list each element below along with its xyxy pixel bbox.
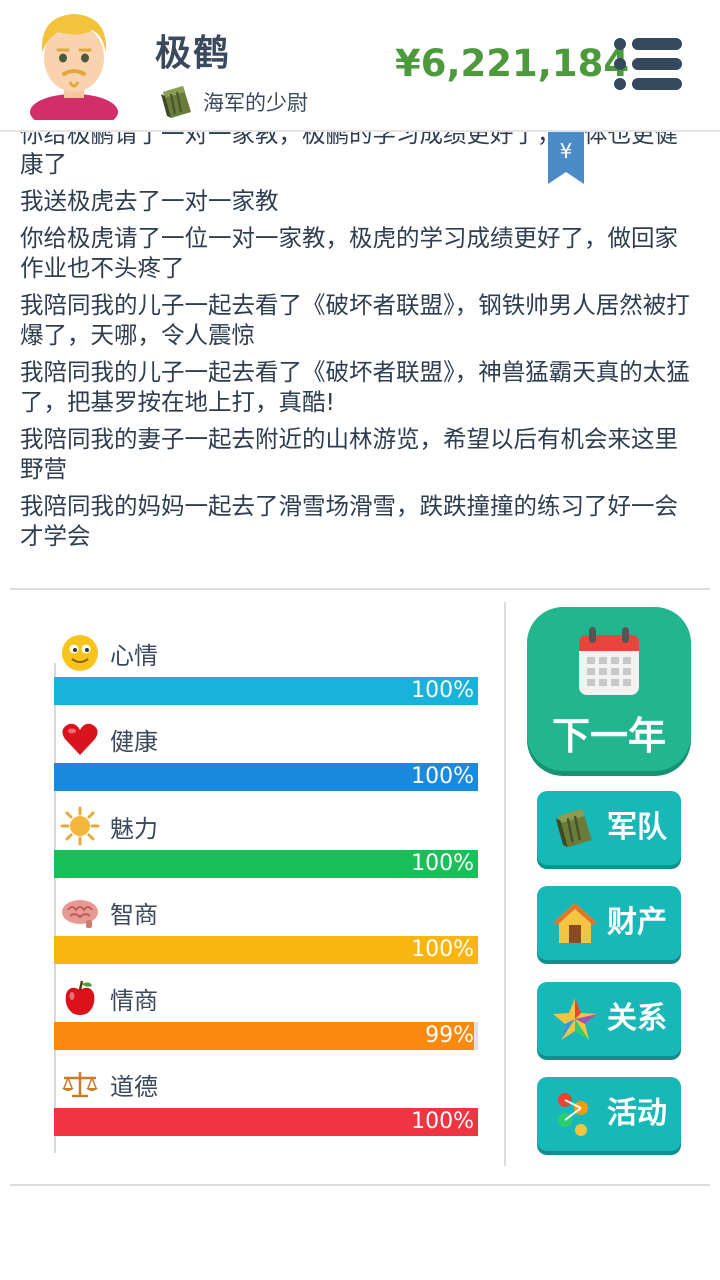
next-year-button[interactable]: 下一年	[527, 607, 691, 771]
log-divider	[10, 588, 710, 590]
log-entry: 你给极虎请了一位一对一家教，极虎的学习成绩更好了，做回家作业也不头疼了	[20, 224, 678, 282]
calendar-icon	[579, 627, 639, 695]
event-log[interactable]: 你给极鹂请了一对一家教，极鹂的学习成绩更好了，身体也更健康了 我送极虎去了一对一…	[0, 110, 720, 580]
header-divider	[0, 130, 720, 132]
bookmark-symbol: ¥	[560, 139, 573, 163]
log-entry: 我送极虎去了一对一家教	[20, 187, 279, 215]
military-rank-icon	[555, 808, 592, 848]
stat-charm: 魅力 100%	[54, 806, 478, 892]
rank-row: 海军的少尉	[157, 82, 308, 122]
stat-value: 100%	[411, 937, 474, 962]
activities-label: 活动	[607, 1096, 667, 1131]
relations-button[interactable]: 关系	[537, 982, 681, 1056]
stat-label: 魅力	[110, 814, 158, 843]
game-screen: 你给极鹂请了一对一家教，极鹂的学习成绩更好了，身体也更健康了 我送极虎去了一对一…	[0, 0, 720, 1280]
sun-icon	[60, 806, 100, 846]
stat-value: 100%	[411, 764, 474, 789]
scales-icon	[62, 1072, 98, 1098]
activity-dots-icon	[558, 1093, 588, 1136]
stat-label: 道德	[110, 1072, 158, 1101]
log-entry: 我陪同我的儿子一起去看了《破坏者联盟》，神兽猛霸天真的太猛了，把基罗按在地上打，…	[20, 358, 690, 416]
panel-divider	[504, 602, 506, 1166]
army-button[interactable]: 军队	[537, 791, 681, 865]
activities-button[interactable]: 活动	[537, 1077, 681, 1151]
profile-header: 极鹤 海军的少尉 ¥6,221,184	[0, 0, 720, 130]
stat-mood: 心情 100%	[54, 633, 478, 719]
stat-value: 100%	[411, 1109, 474, 1134]
army-label: 军队	[607, 810, 667, 845]
stat-label: 健康	[110, 727, 158, 756]
stat-value: 99%	[425, 1023, 474, 1048]
stat-bar-track: 100%	[54, 936, 478, 964]
menu-icon[interactable]	[612, 36, 684, 92]
player-name: 极鹤	[155, 33, 232, 74]
assets-label: 财产	[607, 905, 667, 940]
stat-bar-track: 100%	[54, 850, 478, 878]
log-entry: 我陪同我的妻子一起去附近的山林游览，希望以后有机会来这里野营	[20, 425, 678, 483]
event-log-list: 你给极鹂请了一对一家教，极鹂的学习成绩更好了，身体也更健康了 我送极虎去了一对一…	[20, 119, 690, 558]
military-rank-icon	[161, 86, 191, 118]
stat-bar-track: 99%	[54, 1022, 478, 1050]
stat-bar-fill	[54, 1022, 474, 1050]
log-entry: 我陪同我的妈妈一起去了滑雪场滑雪，跌跌撞撞的练习了好一会才学会	[20, 492, 678, 550]
relations-label: 关系	[607, 1001, 667, 1036]
stat-label: 智商	[110, 900, 158, 929]
house-icon	[553, 903, 597, 943]
stat-health: 健康 100%	[54, 719, 478, 805]
stat-value: 100%	[411, 851, 474, 876]
smiley-icon	[62, 635, 98, 671]
stat-morality: 道德 100%	[54, 1064, 478, 1150]
stat-value: 100%	[411, 678, 474, 703]
stat-bar-track: 100%	[54, 677, 478, 705]
stat-bar-track: 100%	[54, 763, 478, 791]
stat-label: 心情	[110, 641, 158, 670]
yen-bookmark-icon[interactable]: ¥	[548, 132, 584, 184]
next-year-label: 下一年	[551, 714, 666, 758]
heart-icon	[62, 723, 98, 755]
avatar[interactable]	[22, 8, 126, 120]
money-balance: ¥6,221,184	[395, 42, 630, 85]
apple-icon	[65, 980, 95, 1015]
star-icon	[553, 998, 597, 1040]
stat-eq: 情商 99%	[54, 978, 478, 1064]
stat-bar-track: 100%	[54, 1108, 478, 1136]
assets-button[interactable]: 财产	[537, 886, 681, 960]
log-entry: 我陪同我的儿子一起去看了《破坏者联盟》，钢铁帅男人居然被打爆了，天哪，令人震惊	[20, 291, 690, 349]
brain-icon	[62, 900, 98, 928]
stat-label: 情商	[110, 986, 158, 1015]
bottom-divider	[10, 1184, 710, 1186]
stat-iq: 智商 100%	[54, 892, 478, 978]
rank-label: 海军的少尉	[203, 91, 308, 115]
